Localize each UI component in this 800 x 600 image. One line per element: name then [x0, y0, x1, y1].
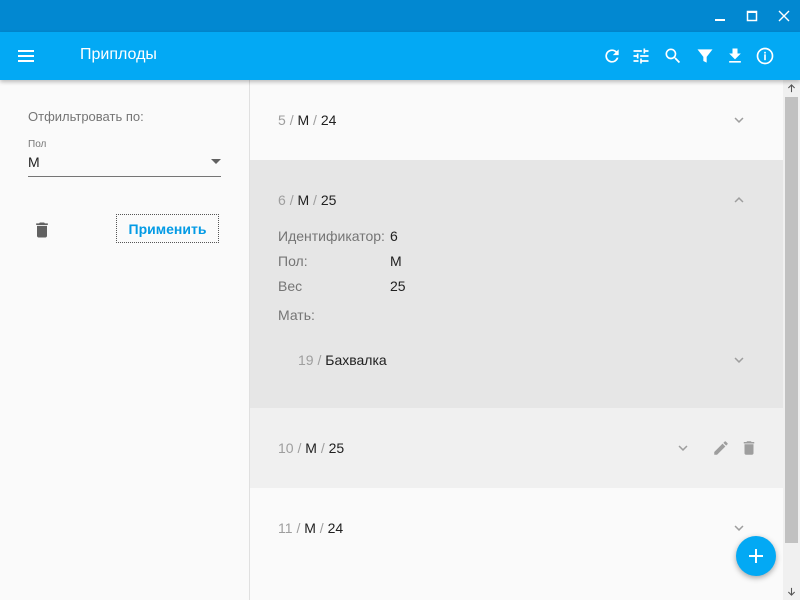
detail-weight-label: Вес	[278, 278, 303, 294]
chevron-down-icon[interactable]	[730, 519, 748, 537]
dropdown-arrow-icon	[211, 159, 221, 164]
list-item[interactable]: 10 / М / 25	[250, 408, 783, 488]
list-item-expanded[interactable]: 6 / М / 25 Идентификатор: 6 Пол: М Вес 2…	[250, 160, 783, 408]
mother-id: 19	[298, 352, 314, 368]
record-heading: 11 / М / 24	[278, 520, 344, 536]
detail-weight-value: 25	[390, 278, 406, 294]
record-weight: 24	[320, 112, 337, 128]
sex-field-label: Пол	[28, 139, 47, 150]
scroll-up-icon[interactable]	[783, 80, 800, 97]
info-icon[interactable]	[753, 44, 777, 68]
close-icon[interactable]	[769, 0, 799, 32]
sex-select[interactable]: М	[28, 152, 221, 177]
minimize-icon[interactable]	[705, 0, 735, 32]
add-button[interactable]	[736, 536, 776, 576]
record-id: 6	[278, 192, 286, 208]
scrollbar-thumb[interactable]	[785, 97, 798, 543]
chevron-down-icon[interactable]	[730, 351, 748, 369]
record-id: 5	[278, 112, 286, 128]
record-heading: 5 / М / 24	[278, 112, 337, 128]
trash-icon	[36, 222, 48, 238]
record-weight: 24	[327, 520, 344, 536]
filter-icon[interactable]	[693, 44, 717, 68]
chevron-up-icon[interactable]	[730, 191, 748, 209]
mother-item[interactable]: 19 / Бахвалка	[298, 352, 387, 368]
detail-mother-label: Мать:	[278, 307, 315, 323]
record-sex: М	[297, 192, 310, 208]
record-sex: М	[297, 112, 310, 128]
record-weight: 25	[320, 192, 337, 208]
mother-name: Бахвалка	[325, 352, 387, 368]
scroll-down-icon[interactable]	[783, 583, 800, 600]
record-heading: 6 / М / 25	[278, 192, 337, 208]
apply-button[interactable]: Применить	[116, 214, 219, 243]
plus-icon	[749, 549, 763, 563]
record-id: 10	[278, 440, 294, 456]
menu-icon[interactable]	[18, 44, 50, 68]
vertical-scrollbar[interactable]	[783, 80, 800, 600]
record-weight: 25	[328, 440, 345, 456]
record-id: 11	[278, 520, 293, 536]
list-item[interactable]: 5 / М / 24	[250, 80, 783, 160]
tune-icon[interactable]	[629, 44, 653, 68]
record-heading: 10 / М / 25	[278, 440, 345, 456]
refresh-icon[interactable]	[600, 44, 624, 68]
detail-sex-value: М	[390, 253, 402, 269]
record-sex: М	[305, 440, 317, 456]
chevron-down-icon[interactable]	[730, 111, 748, 129]
sex-select-value: М	[28, 154, 40, 170]
page-title: Приплоды	[80, 46, 157, 63]
chevron-down-icon[interactable]	[674, 439, 692, 457]
list-item[interactable]: 11 / М / 24	[250, 488, 783, 600]
trash-icon[interactable]	[740, 439, 758, 457]
filter-label: Отфильтровать по:	[28, 109, 144, 124]
filter-panel: Отфильтровать по: Пол М Применить	[0, 80, 250, 600]
detail-id-value: 6	[390, 228, 398, 244]
record-sex: М	[304, 520, 316, 536]
app-toolbar: Приплоды	[0, 32, 800, 80]
window-titlebar	[0, 0, 800, 32]
download-icon[interactable]	[723, 44, 747, 68]
edit-icon[interactable]	[712, 439, 730, 457]
maximize-icon[interactable]	[737, 0, 767, 32]
search-icon[interactable]	[661, 44, 685, 68]
detail-sex-label: Пол:	[278, 253, 308, 269]
clear-filter-button[interactable]	[32, 220, 52, 240]
records-list: 5 / М / 24 6 / М / 25 Идентификатор: 6 П…	[250, 80, 783, 600]
detail-id-label: Идентификатор:	[278, 228, 385, 244]
